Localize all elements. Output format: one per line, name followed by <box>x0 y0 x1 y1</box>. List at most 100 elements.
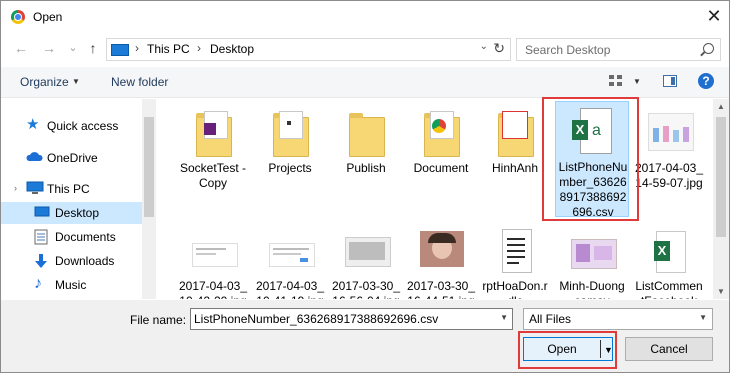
file-item-label: SocketTest - Copy <box>179 161 247 190</box>
window-title: Open <box>33 10 63 24</box>
file-item-label: Publish <box>346 161 386 175</box>
image-icon <box>190 227 238 275</box>
documents-icon <box>34 229 50 245</box>
excel-icon: X <box>646 227 692 275</box>
file-item-label: 2017-04-03_10-41-19.jpg <box>255 279 325 299</box>
scroll-down-icon[interactable]: ▼ <box>717 287 725 296</box>
recent-locations-button[interactable]: ⌄ <box>65 40 81 56</box>
file-item-listcommentfacebook[interactable]: X ListCommentFacebook <box>632 221 706 299</box>
sidebar-item-onedrive[interactable]: OneDrive <box>1 147 142 169</box>
change-view-icon[interactable] <box>609 75 623 87</box>
sidebar-item-music[interactable]: ♪ Music <box>1 274 142 296</box>
open-button-label: Open <box>547 342 577 356</box>
sidebar-item-label: Desktop <box>55 206 100 220</box>
scroll-up-icon[interactable]: ▲ <box>717 102 725 111</box>
file-item-hinhanh[interactable]: HinhAnh <box>478 103 552 213</box>
breadcrumb-separator: › <box>135 41 139 55</box>
image-icon <box>646 109 694 157</box>
sidebar-item-label: This PC <box>47 182 90 196</box>
file-item-label: Minh-Duong camay <box>559 279 625 299</box>
computer-icon <box>26 181 44 195</box>
sidebar-item-downloads[interactable]: Downloads <box>1 250 142 272</box>
navigation-bar: ← → ⌄ ↑ › This PC › Desktop ⌄ ↻ Search D… <box>1 34 729 64</box>
image-icon <box>418 227 464 275</box>
forward-button[interactable]: → <box>41 40 57 56</box>
file-item-label: Projects <box>268 161 312 175</box>
folder-icon <box>492 109 538 157</box>
cloud-icon <box>25 150 43 164</box>
open-file-dialog: Open ✕ ← → ⌄ ↑ › This PC › Desktop ⌄ ↻ S… <box>0 0 730 373</box>
file-item-sockettest-copy[interactable]: SocketTest - Copy <box>176 103 250 213</box>
search-icon <box>703 43 714 54</box>
file-list-scrollbar[interactable]: ▲ ▼ <box>713 99 729 299</box>
file-list: SocketTest - Copy Projects Publish Docum… <box>157 99 713 299</box>
search-input[interactable]: Search Desktop <box>525 43 610 57</box>
file-type-dropdown-icon[interactable]: ▼ <box>699 313 707 322</box>
chrome-icon <box>11 10 25 24</box>
title-bar: Open ✕ <box>1 1 729 33</box>
music-icon: ♪ <box>34 275 42 292</box>
file-item-2017-04-03-10-42-20[interactable]: 2017-04-03_10-42-20.jpg <box>176 221 250 299</box>
open-button[interactable]: Open ▼ <box>523 337 613 361</box>
new-folder-button[interactable]: New folder <box>111 75 168 89</box>
navigation-pane: ★ Quick access OneDrive › This PC Deskto… <box>1 99 156 299</box>
file-item-label: Document <box>413 161 469 175</box>
file-item-2017-04-03-10-41-19[interactable]: 2017-04-03_10-41-19.jpg <box>253 221 327 299</box>
cancel-button[interactable]: Cancel <box>625 337 713 361</box>
organize-dropdown-icon: ▼ <box>72 77 80 86</box>
sidebar-item-desktop[interactable]: Desktop <box>1 202 142 224</box>
computer-icon <box>111 44 129 56</box>
sidebar-item-documents[interactable]: Documents <box>1 226 142 248</box>
file-item-label: ListPhoneNumber_636268917388692696.csv <box>558 160 628 219</box>
file-item-2017-03-30-16-44-51[interactable]: 2017-03-30_16-44-51.jpg <box>404 221 478 299</box>
file-item-projects[interactable]: Projects <box>253 103 327 213</box>
address-bar[interactable]: › This PC › Desktop ⌄ ↻ <box>106 38 511 61</box>
file-item-listphonenumber-csv[interactable]: X a ListPhoneNumber_636268917388692696.c… <box>555 101 629 219</box>
file-item-minh-duong-camay[interactable]: Minh-Duong camay <box>555 221 629 299</box>
excel-csv-icon: X a <box>570 108 616 156</box>
sidebar-item-label: OneDrive <box>47 151 98 165</box>
image-icon <box>267 227 315 275</box>
view-dropdown-icon[interactable]: ▼ <box>633 77 641 86</box>
breadcrumb-desktop[interactable]: Desktop <box>210 42 254 56</box>
dialog-footer: File name: ListPhoneNumber_6362689173886… <box>1 300 729 372</box>
sidebar-item-quick-access[interactable]: ★ Quick access <box>1 115 142 137</box>
expand-icon[interactable]: › <box>14 183 17 193</box>
address-dropdown-button[interactable]: ⌄ <box>480 41 488 52</box>
file-item-label: HinhAnh <box>491 161 539 175</box>
scrollbar-thumb[interactable] <box>716 117 726 237</box>
organize-button[interactable]: Organize <box>20 75 69 89</box>
file-item-publish[interactable]: Publish <box>329 103 403 213</box>
navigation-scrollbar[interactable] <box>142 99 156 299</box>
file-item-label: 2017-03-30_16-56-04.jpg <box>331 279 401 299</box>
sidebar-item-label: Music <box>55 278 87 292</box>
file-item-rpthoadon-rdlc[interactable]: rptHoaDon.rdlc <box>478 221 552 299</box>
file-item-2017-04-03-14-59-07[interactable]: 2017-04-03_14-59-07.jpg <box>632 103 706 213</box>
sidebar-item-this-pc[interactable]: › This PC <box>1 178 142 200</box>
close-button[interactable]: ✕ <box>703 5 725 27</box>
file-item-label: ListCommentFacebook <box>635 279 703 299</box>
star-icon: ★ <box>26 116 40 133</box>
breadcrumb-this-pc[interactable]: This PC <box>147 42 190 56</box>
report-icon <box>492 227 538 275</box>
help-icon[interactable]: ? <box>698 73 714 89</box>
file-type-select[interactable]: All Files ▼ <box>523 308 713 330</box>
search-box[interactable]: Search Desktop <box>516 38 721 61</box>
desktop-icon <box>34 205 50 219</box>
folder-icon <box>190 109 236 157</box>
refresh-button[interactable]: ↻ <box>493 40 505 57</box>
file-item-label: 2017-04-03_14-59-07.jpg <box>634 161 704 190</box>
file-name-dropdown-icon[interactable]: ▼ <box>500 313 508 322</box>
folder-icon <box>267 109 313 157</box>
file-item-2017-03-30-16-56-04[interactable]: 2017-03-30_16-56-04.jpg <box>329 221 403 299</box>
open-dropdown-icon[interactable]: ▼ <box>604 339 613 361</box>
scrollbar-thumb[interactable] <box>144 117 154 217</box>
folder-icon <box>418 109 464 157</box>
image-icon <box>569 227 617 275</box>
file-item-document[interactable]: Document <box>404 103 478 213</box>
sidebar-item-label: Downloads <box>55 254 115 268</box>
preview-pane-icon[interactable] <box>663 75 677 87</box>
back-button[interactable]: ← <box>13 40 29 56</box>
file-name-input[interactable]: ListPhoneNumber_636268917388692696.csv ▼ <box>190 308 513 330</box>
up-button[interactable]: ↑ <box>85 40 101 56</box>
